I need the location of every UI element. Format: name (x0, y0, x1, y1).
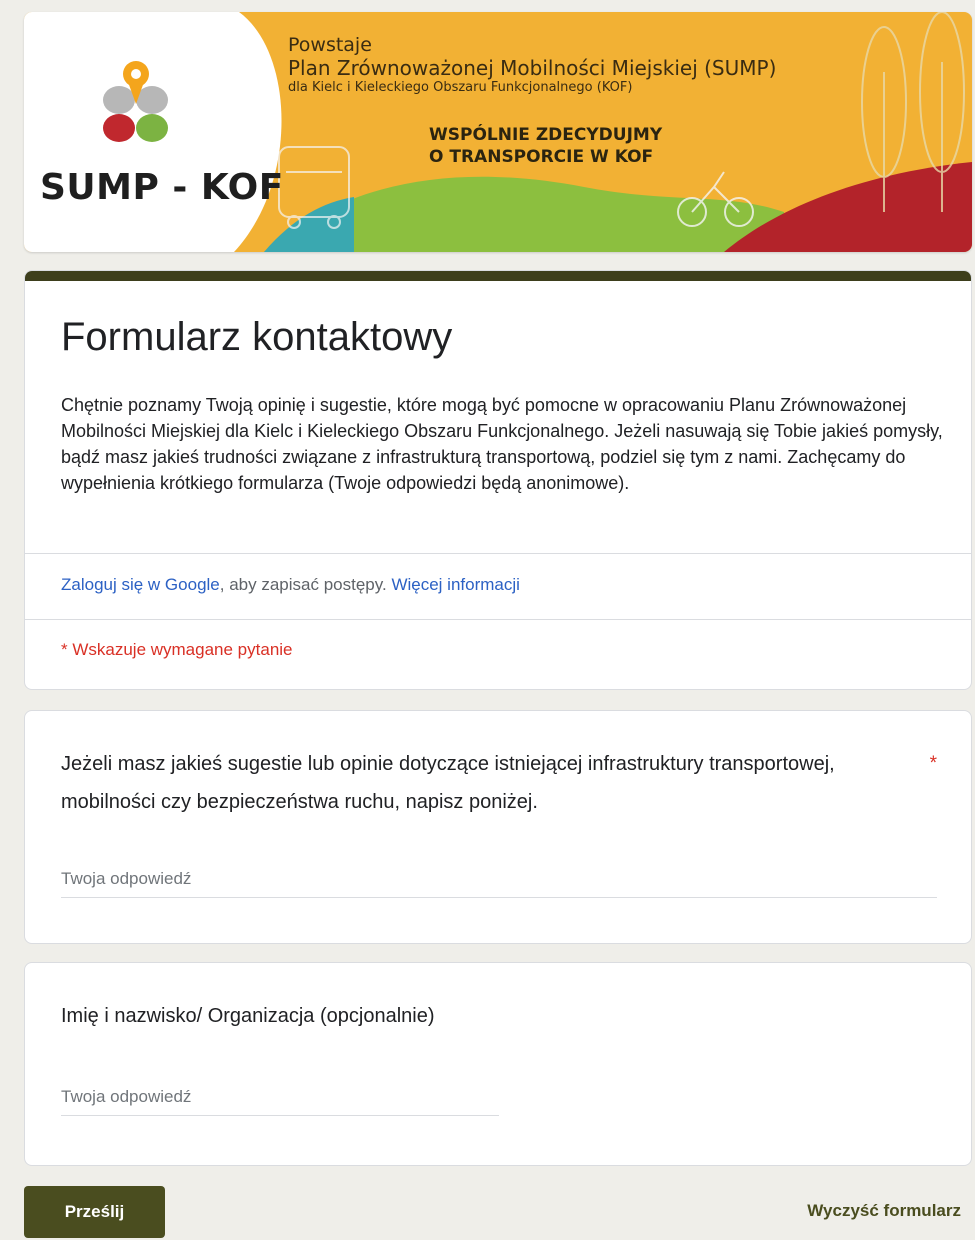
signin-link[interactable]: Zaloguj się w Google (61, 575, 220, 594)
question-card-name: Imię i nazwisko/ Organizacja (opcjonalni… (24, 962, 972, 1166)
signin-notice: Zaloguj się w Google, aby zapisać postęp… (61, 575, 520, 595)
more-info-link[interactable]: Więcej informacji (391, 575, 519, 594)
signin-text: , aby zapisać postępy. (219, 575, 387, 594)
divider (25, 553, 971, 554)
banner-line-2: Plan Zrównoważonej Mobilności Miejskiej … (288, 56, 777, 80)
divider (25, 619, 971, 620)
question-card-suggestions: Jeżeli masz jakieś sugestie lub opinie d… (24, 710, 972, 944)
submit-button[interactable]: Prześlij (24, 1186, 165, 1238)
clear-form-button[interactable]: Wyczyść formularz (807, 1201, 961, 1221)
answer-input-name[interactable]: Twoja odpowiedź (61, 1087, 499, 1116)
form-title: Formularz kontaktowy (61, 315, 453, 359)
banner-line-1: Powstaje (288, 34, 372, 56)
logo-text: SUMP - KOF (40, 167, 284, 208)
question-text: Imię i nazwisko/ Organizacja (opcjonalni… (61, 1005, 435, 1027)
header-banner: SUMP - KOF Powstaje Plan Zrównoważonej M… (24, 12, 972, 252)
question-text: Jeżeli masz jakieś sugestie lub opinie d… (61, 753, 835, 813)
banner-slogan-2: O TRANSPORCIE W KOF (429, 147, 654, 167)
banner-slogan-1: WSPÓLNIE ZDECYDUJMY (429, 125, 663, 145)
required-note: * Wskazuje wymagane pytanie (61, 640, 293, 659)
required-asterisk: * (929, 753, 937, 774)
banner-line-3: dla Kielc i Kieleckiego Obszaru Funkcjon… (288, 80, 633, 95)
accent-bar (25, 271, 971, 281)
answer-input-suggestions[interactable]: Twoja odpowiedź (61, 869, 937, 898)
form-description: Chętnie poznamy Twoją opinię i sugestie,… (61, 395, 943, 493)
form-header-card: Formularz kontaktowy Chętnie poznamy Two… (24, 270, 972, 690)
